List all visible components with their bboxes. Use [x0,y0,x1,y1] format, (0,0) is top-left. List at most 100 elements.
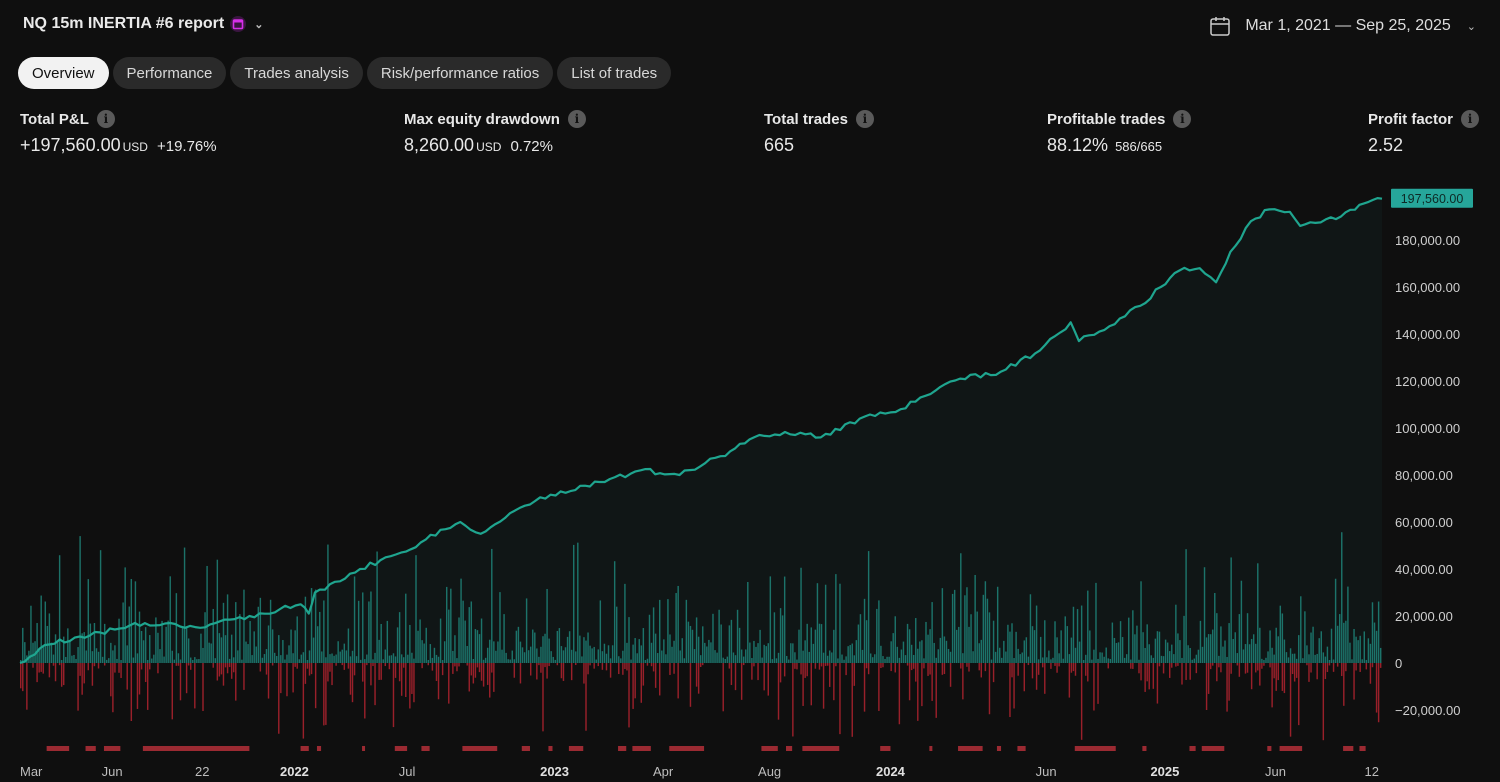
trade-loss-bar [865,663,868,669]
report-tabs: Overview Performance Trades analysis Ris… [18,57,672,89]
trade-loss-bar [1185,663,1187,680]
x-tick-label: 22 [195,764,209,779]
x-tick-label: 2025 [1150,764,1179,779]
trade-loss-bar [1369,663,1372,684]
trade-loss-bar [538,663,540,666]
chevron-down-icon[interactable]: ⌄ [254,18,263,31]
trade-loss-bar [491,663,493,673]
tab-list-of-trades[interactable]: List of trades [557,57,672,89]
trade-loss-bar [1291,663,1294,675]
info-icon[interactable]: i [1173,110,1192,128]
trade-loss-bar [1140,663,1142,681]
drawdown-period [103,746,121,751]
trade-loss-bar [216,663,219,681]
x-tick-label: Aug [758,764,781,779]
drawdown-period [421,746,430,751]
date-range-picker[interactable]: Mar 1, 2021 — Sep 25, 2025 ⌄ [1209,15,1476,37]
trade-loss-bar [171,663,173,720]
trade-loss-bar [1031,663,1034,679]
y-tick-label: −20,000.00 [1395,703,1460,718]
trade-loss-bar [480,663,483,681]
trade-loss-bar [1257,663,1259,671]
trade-loss-bar [103,663,106,666]
trade-loss-bar [474,663,477,678]
stat-label: Total trades [764,110,848,128]
trade-loss-bar [402,663,405,668]
trade-loss-bar [394,663,397,678]
trade-loss-bar [224,663,227,668]
trade-loss-bar [52,663,55,666]
trade-loss-bar [915,663,917,682]
trade-loss-bar [218,663,221,677]
stat-label: Profitable trades [1047,110,1166,128]
x-tick-label: 12 [1365,764,1379,779]
trade-loss-bar [1281,663,1284,691]
x-tick-label: Jun [102,764,123,779]
tab-overview[interactable]: Overview [18,57,109,89]
info-icon[interactable]: i [1461,110,1480,128]
trade-loss-bar [1144,663,1146,692]
trade-loss-bar [280,663,282,694]
equity-chart[interactable]: 180,000.00 160,000.00 140,000.00 120,000.00… [0,180,1500,782]
trade-loss-bar [26,663,28,710]
drawdown-period [1267,746,1272,751]
trade-loss-bar [1298,663,1300,726]
chevron-down-icon[interactable]: ⌄ [1467,20,1476,33]
drawdown-period [761,746,778,751]
x-tick-label: Mar [20,764,43,779]
trade-loss-bar [677,663,679,699]
drawdown-period [462,746,498,751]
drawdown-period [785,746,793,751]
trade-loss-bar [689,663,692,707]
trade-loss-bar [542,663,544,732]
y-tick-label: 20,000.00 [1395,609,1453,624]
trade-loss-bar [1035,663,1038,690]
info-icon[interactable]: i [96,110,115,128]
stat-value: 88.12% [1047,135,1109,155]
tab-performance[interactable]: Performance [112,57,227,89]
x-tick-label: Jun [1265,764,1286,779]
trade-loss-bar [431,663,434,671]
report-title[interactable]: NQ 15m INERTIA #6 report ⌄ [23,15,263,33]
trade-loss-bar [175,663,178,666]
x-tick-label: 2023 [540,764,569,779]
trade-loss-bar [226,663,229,674]
trade-loss-bar [1027,663,1030,666]
trade-loss-bar [1168,663,1171,678]
trade-loss-bar [910,663,913,671]
trade-loss-bar [1087,663,1089,682]
tab-trades-analysis[interactable]: Trades analysis [230,57,363,89]
trade-loss-bar [1353,663,1355,700]
trade-loss-bar [36,663,38,683]
trade-loss-bar [642,663,645,686]
trade-loss-bar [1244,663,1247,674]
trade-loss-bar [585,663,587,731]
tab-risk-performance-ratios[interactable]: Risk/performance ratios [366,57,554,89]
trade-loss-bar [222,663,225,686]
trade-loss-bar [935,663,937,718]
trade-loss-bar [1326,663,1329,672]
trade-loss-bar [310,663,313,675]
trade-loss-bar [38,663,40,673]
trade-loss-bar [378,663,380,680]
trade-loss-bar [1236,663,1239,666]
trade-loss-bar [112,663,114,713]
trade-loss-bar [1148,663,1150,690]
trade-loss-bar [1336,663,1339,667]
trade-loss-bar [1379,663,1382,668]
trade-loss-bar [1355,663,1357,671]
info-icon[interactable]: i [567,110,586,128]
trade-loss-bar [570,663,573,681]
trade-loss-bar [562,663,565,681]
info-icon[interactable]: i [855,110,874,128]
trade-loss-bar [476,663,479,668]
trade-loss-bar [923,663,925,669]
trade-loss-bar [544,663,546,668]
trade-loss-bar [1011,663,1013,678]
trade-loss-bar [335,663,337,666]
trade-loss-bar [493,663,495,692]
trade-loss-bar [343,663,346,670]
drawdown-period [1142,746,1147,751]
trade-loss-bar [839,663,841,735]
y-tick-label: 0 [1395,656,1402,671]
